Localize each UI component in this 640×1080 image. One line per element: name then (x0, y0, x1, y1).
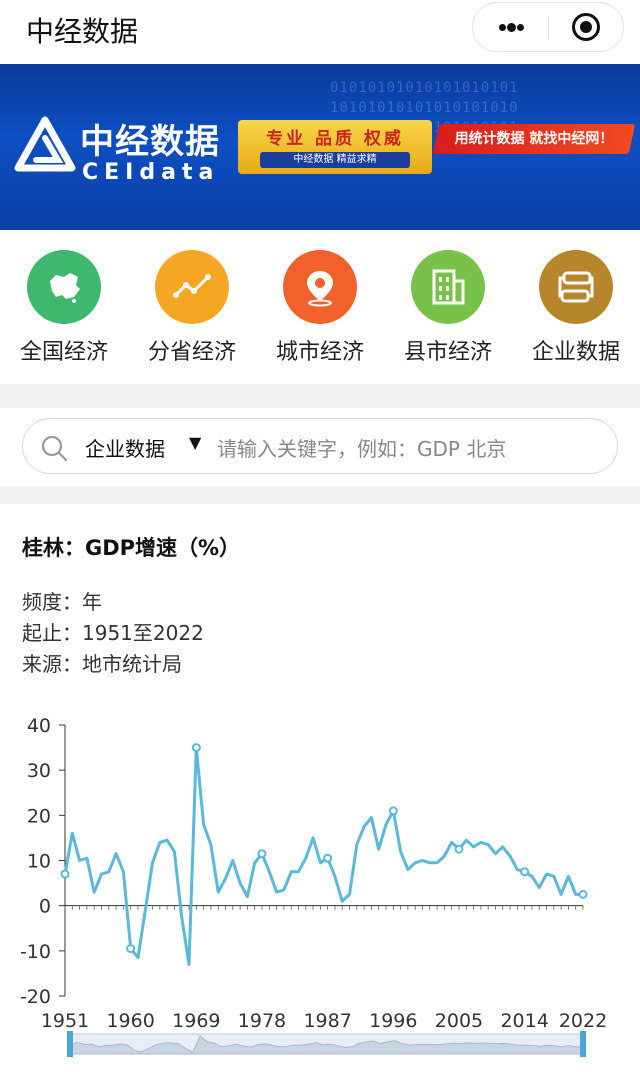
slogan-subtext: 中经数据 精益求精 (260, 152, 410, 168)
section-divider (0, 384, 640, 408)
chart-title: 桂林：GDP增速（%） (22, 536, 241, 560)
x-tick-label: 1951 (41, 1010, 89, 1032)
search-scope-select[interactable]: 企业数据 (85, 433, 165, 462)
x-tick-label: 1960 (106, 1010, 154, 1032)
app-title: 中经数据 (26, 15, 139, 48)
data-point (323, 853, 333, 863)
ceidata-logo-icon (14, 116, 76, 172)
top-bar: 中经数据 (0, 0, 640, 60)
category-nav: 全国经济 分省经济 城市经济 县市经济 企业数据 (0, 250, 640, 370)
y-tick-label: -10 (20, 941, 51, 963)
x-tick-label: 2022 (559, 1010, 607, 1032)
gdp-growth-chart: -20 -10 0 10 20 30 40 1951 1960 1969 1978 1987 1996 2… (0, 700, 640, 1076)
x-tick-label: 2005 (435, 1010, 483, 1032)
close-button[interactable] (549, 3, 624, 51)
y-tick-label: 0 (39, 896, 51, 918)
data-point (126, 944, 136, 954)
line-chart: -20 -10 0 10 20 30 40 1951 1960 1969 1978 1987 1996 2… (20, 715, 607, 1057)
data-point (257, 849, 267, 859)
tagline-text: 用统计数据 就找中经网！ (454, 131, 614, 147)
slogan-badge: 专业 品质 权威 中经数据 精益求精 (238, 120, 432, 174)
tagline-ribbon: 用统计数据 就找中经网！ (432, 124, 636, 154)
category-county-economy[interactable]: 县市经济 (384, 250, 512, 370)
slogan-text: 专业 品质 权威 (266, 129, 404, 149)
y-tick-label: 30 (27, 760, 51, 782)
data-point (578, 889, 588, 899)
data-point (454, 844, 464, 854)
y-tick-label: 20 (27, 805, 51, 827)
search-bar[interactable]: 企业数据 ▼ 请输入关键字，例如：GDP 北京 (22, 418, 618, 474)
category-enterprise-data[interactable]: 企业数据 (512, 250, 640, 370)
x-tick-label: 2014 (500, 1010, 548, 1032)
mini-program-capsule (472, 2, 624, 52)
section-divider (0, 486, 640, 504)
x-tick-label: 1978 (238, 1010, 286, 1032)
location-pin-icon (283, 250, 357, 324)
x-tick-label: 1969 (172, 1010, 220, 1032)
x-tick-label: 1987 (303, 1010, 351, 1032)
search-icon (41, 435, 68, 462)
brand-name-en: CEIdata (82, 160, 220, 185)
factory-flow-icon (539, 250, 613, 324)
category-city-economy[interactable]: 城市经济 (256, 250, 384, 370)
building-icon (411, 250, 485, 324)
data-point (520, 867, 530, 877)
trend-line-icon (155, 250, 229, 324)
search-input[interactable]: 请输入关键字，例如：GDP 北京 (217, 433, 506, 462)
category-national-economy[interactable]: 全国经济 (0, 250, 128, 370)
frequency-text: 频度：年 (22, 590, 102, 614)
more-menu-button[interactable] (473, 3, 548, 51)
x-tick-label: 1996 (369, 1010, 417, 1032)
y-tick-label: 40 (27, 715, 51, 737)
y-tick-label: -20 (20, 986, 51, 1008)
china-map-icon (27, 250, 101, 324)
range-slider-end-handle[interactable] (580, 1031, 586, 1057)
category-provincial-economy[interactable]: 分省经济 (128, 250, 256, 370)
range-slider-start-handle[interactable] (67, 1031, 73, 1057)
range-text: 起止：1951至2022 (22, 621, 204, 645)
data-point (60, 869, 70, 879)
brand-name-cn: 中经数据 (80, 122, 220, 162)
y-tick-label: 10 (27, 851, 51, 873)
data-point (388, 806, 398, 816)
data-point (191, 743, 201, 753)
more-dots-icon (499, 24, 506, 31)
source-text: 来源：地市统计局 (22, 652, 182, 676)
chevron-down-icon[interactable]: ▼ (189, 433, 201, 452)
